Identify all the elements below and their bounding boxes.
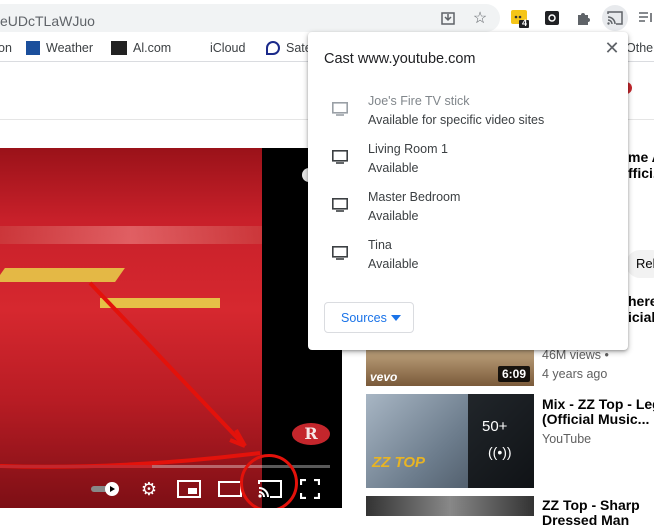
extension-badge-count: 4 [522, 18, 528, 28]
tv-icon [332, 198, 348, 212]
mix-radio-icon: ((•)) [488, 444, 512, 460]
video-title[interactable]: Dressed Man [542, 512, 629, 528]
star-icon[interactable]: ☆ [470, 8, 490, 28]
sink-name: Living Room 1 [368, 142, 448, 156]
playlist-count: 50+ [482, 418, 508, 435]
miniplayer-icon[interactable] [176, 478, 202, 500]
install-icon[interactable] [438, 8, 458, 28]
weather-channel-icon [26, 41, 40, 55]
tv-icon [332, 102, 348, 116]
sink-status: Available for specific video sites [368, 113, 545, 127]
omnibox[interactable]: eUDcTLaWJuo [0, 4, 500, 32]
video-views: 46M views • [542, 348, 609, 362]
settings-gear-icon[interactable]: ⚙ [138, 478, 160, 500]
cast-icon[interactable] [602, 5, 628, 31]
sink-status: Available [368, 161, 419, 175]
playlist-overlay: 50+ ((•)) [468, 394, 534, 488]
tv-icon [332, 246, 348, 260]
cast-dialog-title: Cast www.youtube.com [324, 51, 476, 67]
bookmark-sate[interactable]: Sate [266, 41, 312, 55]
annotation-arrow [0, 281, 261, 469]
side-title-partial[interactable]: me A [628, 149, 654, 165]
video-age: 4 years ago [542, 367, 608, 381]
dropdown-caret-icon [391, 315, 401, 321]
bookmark-other[interactable]: Other [626, 41, 654, 55]
bookmark-item[interactable]: on [0, 41, 12, 55]
cast-sink-item[interactable]: Tina Available [308, 236, 628, 282]
video-thumbnail-3[interactable] [366, 496, 534, 516]
video-title[interactable]: Mix - ZZ Top - Leg [542, 396, 654, 412]
progress-fill [0, 465, 152, 468]
cast-sink-item[interactable]: Living Room 1 Available [308, 140, 628, 186]
bookmark-al-com[interactable]: Al.com [111, 41, 171, 55]
camera-extension-icon[interactable] [542, 8, 562, 28]
sate-icon [266, 41, 280, 55]
video-title[interactable]: (Official Music... [542, 411, 649, 427]
side-title-partial[interactable]: icial. [628, 309, 654, 325]
close-icon[interactable]: ✕ [602, 38, 622, 58]
reading-list-icon[interactable] [636, 8, 654, 28]
url-text[interactable]: eUDcTLaWJuo [0, 13, 95, 29]
sources-dropdown-button[interactable]: Sources [324, 302, 414, 333]
puzzle-icon[interactable] [573, 8, 593, 28]
zz-top-logo: ZZ TOP [372, 454, 426, 471]
al-logo-icon [111, 41, 127, 55]
cast-dialog: Cast www.youtube.com ✕ Joe's Fire TV sti… [308, 32, 628, 350]
channel-watermark: R [292, 423, 330, 445]
sink-status: Available [368, 209, 419, 223]
related-chip[interactable]: Rel [626, 250, 654, 278]
side-title-partial[interactable]: here [628, 293, 654, 309]
video-title[interactable]: ZZ Top - Sharp [542, 497, 640, 513]
video-channel: YouTube [542, 432, 592, 446]
video-duration: 6:09 [497, 366, 530, 382]
sink-name: Joe's Fire TV stick [368, 94, 470, 108]
side-title-partial[interactable]: ffici. [628, 165, 654, 181]
sources-label: Sources [341, 311, 387, 325]
fullscreen-icon[interactable] [298, 478, 322, 500]
video-player[interactable]: R ⚙ [0, 148, 342, 508]
browser-toolbar: eUDcTLaWJuo ☆ 4 [0, 0, 654, 36]
extension-badge-icon[interactable]: 4 [510, 8, 530, 28]
cast-sink-item[interactable]: Joe's Fire TV stick Available for specif… [308, 92, 628, 138]
bookmark-weather[interactable]: Weather [26, 41, 93, 55]
video-thumbnail-1[interactable]: vevo 6:09 [366, 348, 534, 386]
bookmark-icloud[interactable]: iCloud [190, 41, 245, 55]
apple-icon [190, 41, 204, 55]
video-thumbnail-2[interactable]: 50+ ((•)) ZZ TOP [366, 394, 534, 488]
sink-status: Available [368, 257, 419, 271]
tv-icon [332, 150, 348, 164]
annotation-circle [240, 454, 298, 508]
autoplay-toggle[interactable] [90, 478, 122, 500]
sink-name: Tina [368, 238, 392, 252]
vevo-logo: vevo [370, 370, 398, 384]
sink-name: Master Bedroom [368, 190, 461, 204]
cast-sink-item[interactable]: Master Bedroom Available [308, 188, 628, 234]
